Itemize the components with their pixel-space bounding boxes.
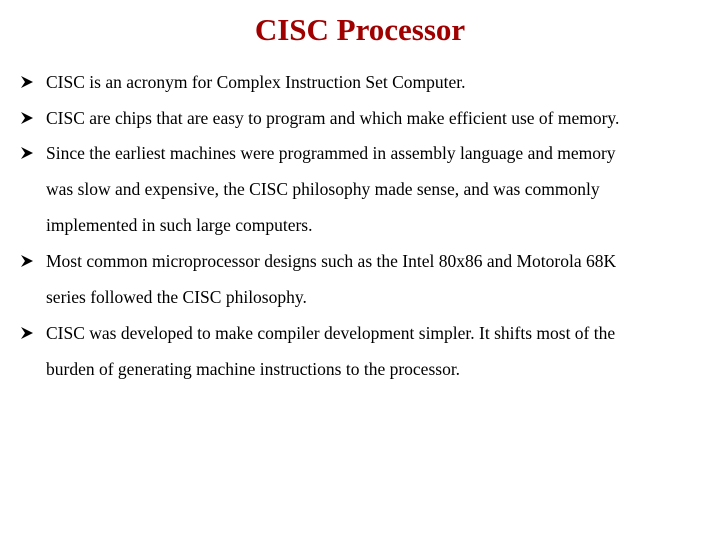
- bullet-text-line: CISC are chips that are easy to program …: [46, 108, 620, 128]
- arrowhead-bullet-icon: [20, 315, 36, 351]
- arrowhead-bullet-icon: [20, 135, 36, 171]
- bullet-text-line: series followed the CISC philosophy.: [46, 287, 307, 307]
- bullet-text-line: was slow and expensive, the CISC philoso…: [46, 179, 600, 199]
- bullet-text-line: CISC was developed to make compiler deve…: [46, 323, 616, 343]
- bullet-item: CISC is an acronym for Complex Instructi…: [20, 64, 720, 100]
- bullet-item: Since the earliest machines were program…: [20, 135, 720, 243]
- bullet-item: CISC was developed to make compiler deve…: [20, 315, 720, 387]
- arrowhead-bullet-icon: [20, 100, 36, 136]
- bullet-text-line: burden of generating machine instruction…: [46, 359, 461, 379]
- arrowhead-bullet-icon: [20, 243, 36, 279]
- bullet-text-line: Most common microprocessor designs such …: [46, 251, 617, 271]
- bullet-text-line: Since the earliest machines were program…: [46, 143, 616, 163]
- arrowhead-bullet-icon: [20, 64, 36, 100]
- bullet-item: Most common microprocessor designs such …: [20, 243, 720, 315]
- bullet-text-line: implemented in such large computers.: [46, 215, 313, 235]
- bullet-item: CISC are chips that are easy to program …: [20, 100, 720, 136]
- slide-title: CISC Processor: [254, 12, 466, 47]
- bullet-text-line: CISC is an acronym for Complex Instructi…: [46, 72, 466, 92]
